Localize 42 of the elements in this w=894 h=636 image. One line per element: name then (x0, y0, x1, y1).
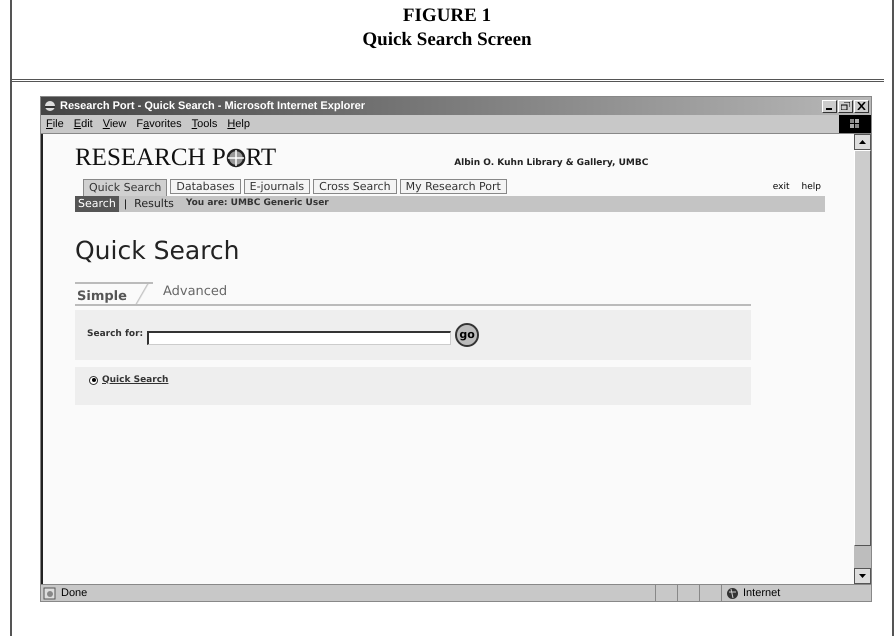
radio-button[interactable] (89, 376, 98, 385)
search-label: Search for: (87, 328, 144, 341)
status-text: Done (61, 586, 88, 601)
nav-tab[interactable]: My Research Port (400, 179, 507, 194)
mode-tab[interactable]: Simple (75, 282, 153, 304)
page-heading: Quick Search (75, 235, 241, 267)
window-title: Research Port - Quick Search - Microsoft Internet Explorer (60, 98, 366, 114)
mode-tab[interactable]: Advanced (160, 282, 230, 304)
user-info: You are: UMBC Generic User (186, 197, 329, 210)
go-button[interactable]: go (455, 322, 480, 346)
menu-item[interactable]: File (41, 116, 69, 132)
nav-tab[interactable]: Databases (170, 179, 241, 194)
nav-tab[interactable]: Quick Search (83, 179, 168, 196)
menu-item[interactable]: Tools (186, 116, 222, 132)
menu-item[interactable]: Help (222, 116, 255, 132)
scroll-up-icon[interactable] (854, 134, 871, 150)
nav-tab[interactable]: E-journals (244, 179, 310, 194)
search-field[interactable] (147, 330, 452, 344)
menu-item[interactable]: Favorites (131, 116, 187, 132)
option-link[interactable]: Quick Search (102, 374, 168, 387)
library-name: Albin O. Kuhn Library & Gallery, UMBC (454, 156, 648, 170)
scroll-down-icon[interactable] (854, 568, 871, 584)
menu-item[interactable]: Edit (68, 116, 98, 132)
menu-item[interactable]: View (98, 116, 132, 132)
header-link[interactable]: help (802, 180, 821, 194)
figure-number: FIGURE 1 (402, 4, 492, 28)
globe-icon (226, 148, 246, 168)
globe-icon (726, 586, 739, 600)
nav-tab[interactable]: Cross Search (313, 179, 397, 194)
close-icon[interactable] (854, 100, 869, 112)
zone-text: Internet (743, 586, 780, 601)
minimize-icon[interactable] (822, 100, 837, 112)
subnav-tab[interactable]: Search (75, 196, 119, 212)
logo-text: RESEARCH P (75, 144, 226, 172)
header-link[interactable]: exit (772, 180, 790, 194)
subnav-tab[interactable]: Results (132, 196, 176, 212)
browser-icon (43, 99, 57, 113)
separator: | (124, 198, 128, 212)
logo-text: RT (246, 144, 276, 172)
page-icon (43, 586, 57, 600)
restore-icon[interactable] (838, 100, 853, 112)
figure-caption: Quick Search Screen (362, 28, 532, 52)
